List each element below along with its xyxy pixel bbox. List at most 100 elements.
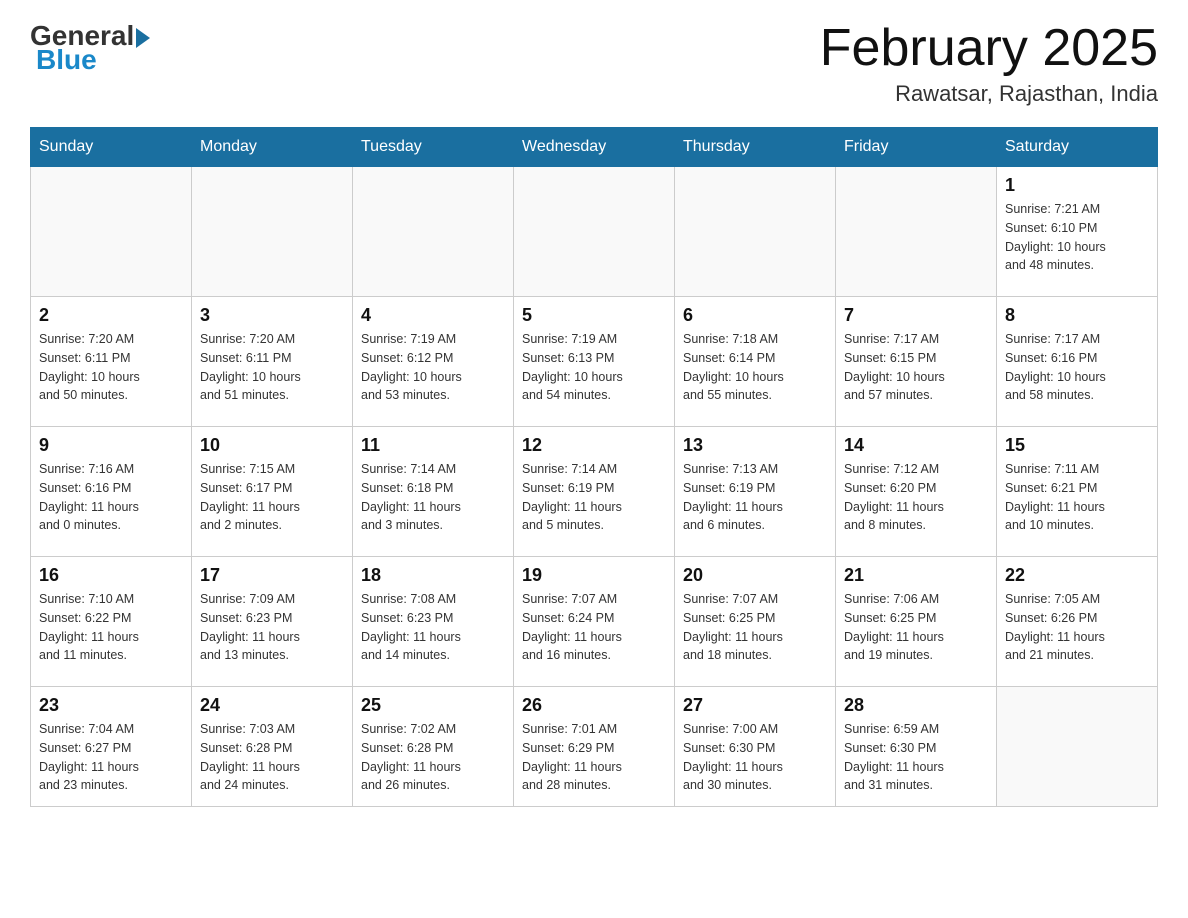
day-number: 4 xyxy=(361,305,505,326)
week-row-3: 9 Sunrise: 7:16 AM Sunset: 6:16 PM Daylig… xyxy=(31,427,1158,557)
calendar-cell xyxy=(836,167,997,297)
day-info: Sunrise: 7:06 AM Sunset: 6:25 PM Dayligh… xyxy=(844,590,988,665)
day-info: Sunrise: 7:15 AM Sunset: 6:17 PM Dayligh… xyxy=(200,460,344,535)
calendar-cell: 21 Sunrise: 7:06 AM Sunset: 6:25 PM Dayli… xyxy=(836,557,997,687)
day-info: Sunrise: 7:18 AM Sunset: 6:14 PM Dayligh… xyxy=(683,330,827,405)
calendar-cell: 24 Sunrise: 7:03 AM Sunset: 6:28 PM Dayli… xyxy=(192,687,353,807)
calendar-cell: 8 Sunrise: 7:17 AM Sunset: 6:16 PM Daylig… xyxy=(997,297,1158,427)
calendar-cell: 9 Sunrise: 7:16 AM Sunset: 6:16 PM Daylig… xyxy=(31,427,192,557)
header-cell-tuesday: Tuesday xyxy=(353,128,514,167)
day-number: 18 xyxy=(361,565,505,586)
day-number: 2 xyxy=(39,305,183,326)
calendar-cell: 6Sunrise: 7:18 AM Sunset: 6:14 PM Daylig… xyxy=(675,297,836,427)
day-info: Sunrise: 7:17 AM Sunset: 6:16 PM Dayligh… xyxy=(1005,330,1149,405)
calendar-cell: 12Sunrise: 7:14 AM Sunset: 6:19 PM Dayli… xyxy=(514,427,675,557)
day-info: Sunrise: 7:16 AM Sunset: 6:16 PM Dayligh… xyxy=(39,460,183,535)
day-info: Sunrise: 7:03 AM Sunset: 6:28 PM Dayligh… xyxy=(200,720,344,795)
day-number: 5 xyxy=(522,305,666,326)
day-number: 24 xyxy=(200,695,344,716)
header-cell-sunday: Sunday xyxy=(31,128,192,167)
day-number: 27 xyxy=(683,695,827,716)
day-number: 10 xyxy=(200,435,344,456)
day-number: 9 xyxy=(39,435,183,456)
day-number: 28 xyxy=(844,695,988,716)
location-text: Rawatsar, Rajasthan, India xyxy=(820,81,1158,107)
day-number: 22 xyxy=(1005,565,1149,586)
day-info: Sunrise: 7:12 AM Sunset: 6:20 PM Dayligh… xyxy=(844,460,988,535)
day-info: Sunrise: 7:20 AM Sunset: 6:11 PM Dayligh… xyxy=(39,330,183,405)
day-number: 7 xyxy=(844,305,988,326)
logo: General Blue xyxy=(30,20,150,76)
day-info: Sunrise: 7:07 AM Sunset: 6:25 PM Dayligh… xyxy=(683,590,827,665)
day-number: 17 xyxy=(200,565,344,586)
header-cell-monday: Monday xyxy=(192,128,353,167)
calendar-cell: 14 Sunrise: 7:12 AM Sunset: 6:20 PM Dayli… xyxy=(836,427,997,557)
calendar-cell: 28 Sunrise: 6:59 AM Sunset: 6:30 PM Dayli… xyxy=(836,687,997,807)
calendar-cell: 15 Sunrise: 7:11 AM Sunset: 6:21 PM Dayli… xyxy=(997,427,1158,557)
calendar-header: SundayMondayTuesdayWednesdayThursdayFrid… xyxy=(31,128,1158,167)
title-area: February 2025 Rawatsar, Rajasthan, India xyxy=(820,20,1158,107)
day-number: 12 xyxy=(522,435,666,456)
day-info: Sunrise: 7:08 AM Sunset: 6:23 PM Dayligh… xyxy=(361,590,505,665)
month-title: February 2025 xyxy=(820,20,1158,77)
calendar-cell xyxy=(514,167,675,297)
day-info: Sunrise: 7:17 AM Sunset: 6:15 PM Dayligh… xyxy=(844,330,988,405)
header-cell-wednesday: Wednesday xyxy=(514,128,675,167)
day-info: Sunrise: 7:01 AM Sunset: 6:29 PM Dayligh… xyxy=(522,720,666,795)
day-number: 25 xyxy=(361,695,505,716)
day-info: Sunrise: 7:05 AM Sunset: 6:26 PM Dayligh… xyxy=(1005,590,1149,665)
day-number: 15 xyxy=(1005,435,1149,456)
day-info: Sunrise: 7:19 AM Sunset: 6:12 PM Dayligh… xyxy=(361,330,505,405)
calendar-cell: 26 Sunrise: 7:01 AM Sunset: 6:29 PM Dayli… xyxy=(514,687,675,807)
calendar-table: SundayMondayTuesdayWednesdayThursdayFrid… xyxy=(30,127,1158,807)
day-number: 3 xyxy=(200,305,344,326)
calendar-cell: 4 Sunrise: 7:19 AM Sunset: 6:12 PM Daylig… xyxy=(353,297,514,427)
day-number: 21 xyxy=(844,565,988,586)
calendar-cell: 11 Sunrise: 7:14 AM Sunset: 6:18 PM Dayli… xyxy=(353,427,514,557)
day-info: Sunrise: 7:04 AM Sunset: 6:27 PM Dayligh… xyxy=(39,720,183,795)
calendar-cell: 18 Sunrise: 7:08 AM Sunset: 6:23 PM Dayli… xyxy=(353,557,514,687)
header-cell-thursday: Thursday xyxy=(675,128,836,167)
calendar-cell: 25Sunrise: 7:02 AM Sunset: 6:28 PM Dayli… xyxy=(353,687,514,807)
calendar-cell xyxy=(675,167,836,297)
calendar-cell: 20 Sunrise: 7:07 AM Sunset: 6:25 PM Dayli… xyxy=(675,557,836,687)
calendar-cell: 1Sunrise: 7:21 AM Sunset: 6:10 PM Daylig… xyxy=(997,167,1158,297)
page-header: General Blue February 2025 Rawatsar, Raj… xyxy=(30,20,1158,107)
day-number: 23 xyxy=(39,695,183,716)
logo-blue-text: Blue xyxy=(36,44,97,76)
header-cell-friday: Friday xyxy=(836,128,997,167)
day-number: 13 xyxy=(683,435,827,456)
calendar-cell: 13 Sunrise: 7:13 AM Sunset: 6:19 PM Dayli… xyxy=(675,427,836,557)
week-row-2: 2 Sunrise: 7:20 AM Sunset: 6:11 PM Daylig… xyxy=(31,297,1158,427)
calendar-cell: 2 Sunrise: 7:20 AM Sunset: 6:11 PM Daylig… xyxy=(31,297,192,427)
calendar-cell xyxy=(997,687,1158,807)
calendar-body: 1Sunrise: 7:21 AM Sunset: 6:10 PM Daylig… xyxy=(31,167,1158,807)
day-info: Sunrise: 6:59 AM Sunset: 6:30 PM Dayligh… xyxy=(844,720,988,795)
week-row-1: 1Sunrise: 7:21 AM Sunset: 6:10 PM Daylig… xyxy=(31,167,1158,297)
day-number: 14 xyxy=(844,435,988,456)
header-row: SundayMondayTuesdayWednesdayThursdayFrid… xyxy=(31,128,1158,167)
calendar-cell xyxy=(192,167,353,297)
day-info: Sunrise: 7:14 AM Sunset: 6:18 PM Dayligh… xyxy=(361,460,505,535)
day-number: 16 xyxy=(39,565,183,586)
calendar-cell: 27Sunrise: 7:00 AM Sunset: 6:30 PM Dayli… xyxy=(675,687,836,807)
week-row-4: 16Sunrise: 7:10 AM Sunset: 6:22 PM Dayli… xyxy=(31,557,1158,687)
calendar-cell xyxy=(353,167,514,297)
day-number: 11 xyxy=(361,435,505,456)
day-number: 26 xyxy=(522,695,666,716)
calendar-cell: 3 Sunrise: 7:20 AM Sunset: 6:11 PM Daylig… xyxy=(192,297,353,427)
calendar-cell: 10 Sunrise: 7:15 AM Sunset: 6:17 PM Dayli… xyxy=(192,427,353,557)
calendar-cell: 17 Sunrise: 7:09 AM Sunset: 6:23 PM Dayli… xyxy=(192,557,353,687)
day-info: Sunrise: 7:20 AM Sunset: 6:11 PM Dayligh… xyxy=(200,330,344,405)
day-info: Sunrise: 7:13 AM Sunset: 6:19 PM Dayligh… xyxy=(683,460,827,535)
day-number: 20 xyxy=(683,565,827,586)
day-info: Sunrise: 7:11 AM Sunset: 6:21 PM Dayligh… xyxy=(1005,460,1149,535)
day-number: 8 xyxy=(1005,305,1149,326)
calendar-cell xyxy=(31,167,192,297)
day-info: Sunrise: 7:09 AM Sunset: 6:23 PM Dayligh… xyxy=(200,590,344,665)
week-row-5: 23 Sunrise: 7:04 AM Sunset: 6:27 PM Dayli… xyxy=(31,687,1158,807)
day-number: 1 xyxy=(1005,175,1149,196)
calendar-cell: 19Sunrise: 7:07 AM Sunset: 6:24 PM Dayli… xyxy=(514,557,675,687)
calendar-cell: 23 Sunrise: 7:04 AM Sunset: 6:27 PM Dayli… xyxy=(31,687,192,807)
day-info: Sunrise: 7:07 AM Sunset: 6:24 PM Dayligh… xyxy=(522,590,666,665)
